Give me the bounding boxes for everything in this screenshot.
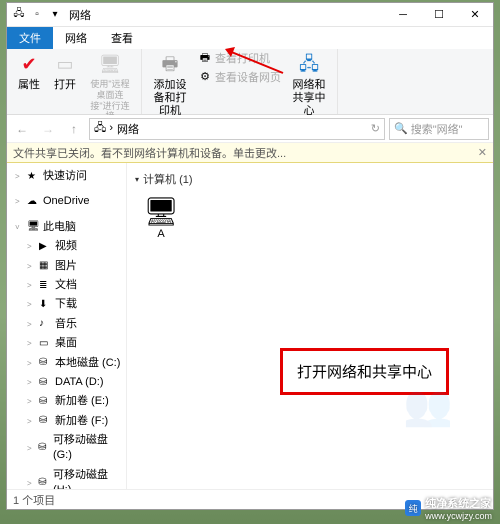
- check-icon: ✔: [17, 53, 41, 77]
- sidebar-item[interactable]: >⛁新加卷 (E:): [7, 392, 126, 411]
- sidebar: >★快速访问 >☁OneDrive ˅🖥此电脑>▶视频>▦图片>≣文档>⬇下载>♪音…: [7, 163, 127, 489]
- sidebar-item[interactable]: >♪音乐: [7, 315, 126, 334]
- up-button[interactable]: ↑: [63, 118, 85, 140]
- printer-icon: 🖶: [158, 53, 182, 77]
- chevron-icon: >: [27, 338, 35, 349]
- sidebar-item[interactable]: >⛁新加卷 (F:): [7, 412, 126, 431]
- network-center-button[interactable]: 🖧 网络和共享中心: [287, 51, 331, 121]
- sidebar-item[interactable]: >⛁本地磁盘 (C:): [7, 354, 126, 373]
- chevron-icon: >: [15, 171, 23, 182]
- sidebar-item[interactable]: >≣文档: [7, 276, 126, 295]
- sidebar-item[interactable]: >⛁可移动磁盘 (H:): [7, 466, 126, 489]
- chevron-icon: >: [27, 241, 35, 252]
- address-bar: ← → ↑ 🖧 › 网络 ↻ 🔍 搜索"网络": [7, 115, 493, 143]
- forward-button[interactable]: →: [37, 118, 59, 140]
- ribbon-tabs: 文件 网络 查看: [7, 27, 493, 49]
- view-printers-button[interactable]: 🖶 查看打印机: [196, 51, 283, 69]
- window-title: 网络: [69, 7, 91, 23]
- tab-network[interactable]: 网络: [53, 27, 99, 49]
- close-button[interactable]: ✕: [457, 3, 493, 27]
- chevron-icon: >: [27, 443, 34, 454]
- open-button[interactable]: ▭ 打开: [49, 51, 81, 94]
- watermark: 纯 纯净系统之家 www.ycwjzy.com: [405, 495, 492, 521]
- info-bar[interactable]: 文件共享已关闭。看不到网络计算机和设备。单击更改... ✕: [7, 143, 493, 163]
- breadcrumb-seg[interactable]: 网络: [117, 121, 139, 137]
- content-pane[interactable]: ▾ 计算机 (1) 🖥 A 打开网络和共享中心 👥: [127, 163, 493, 489]
- chevron-icon: >: [27, 396, 35, 407]
- infobar-close-icon[interactable]: ✕: [478, 146, 487, 159]
- chevron-down-icon: ▾: [135, 175, 139, 184]
- breadcrumb-icon: 🖧 ›: [94, 119, 113, 138]
- search-icon: 🔍: [394, 122, 408, 135]
- chevron-icon: >: [27, 299, 35, 310]
- maximize-button[interactable]: ☐: [421, 3, 457, 27]
- sidebar-item[interactable]: ˅🖥此电脑: [7, 218, 126, 237]
- group-header[interactable]: ▾ 计算机 (1): [131, 167, 489, 191]
- explorer-window: 🖧 ▫ ▾ 网络 ─ ☐ ✕ 文件 网络 查看 ✔ 属性 ▭ 打开: [6, 2, 494, 510]
- chevron-icon: >: [15, 196, 23, 207]
- chevron-icon: >: [27, 478, 34, 489]
- ribbon-group-network: 🖶 添加设备和打印机 🖶 查看打印机 ⚙ 查看设备网页 🖧 网络和共享中心: [142, 49, 338, 114]
- chevron-icon: >: [27, 358, 35, 369]
- chevron-icon: >: [27, 377, 35, 388]
- properties-button[interactable]: ✔ 属性: [13, 51, 45, 94]
- open-icon: ▭: [53, 53, 77, 77]
- network-center-icon: 🖧: [297, 53, 321, 77]
- remote-desktop-button[interactable]: 🖥 使用"远程桌面连接"进行连接: [85, 51, 135, 124]
- app-icon: 🖧: [11, 7, 27, 23]
- qat-icon[interactable]: ▫: [29, 7, 45, 23]
- minimize-button[interactable]: ─: [385, 3, 421, 27]
- back-button[interactable]: ←: [11, 118, 33, 140]
- chevron-icon: >: [27, 416, 35, 427]
- chevron-icon: ˅: [15, 222, 23, 233]
- chevron-icon: >: [27, 261, 35, 272]
- titlebar: 🖧 ▫ ▾ 网络 ─ ☐ ✕: [7, 3, 493, 27]
- sidebar-item[interactable]: >▦图片: [7, 257, 126, 276]
- computer-item[interactable]: 🖥 A: [131, 191, 191, 244]
- sidebar-item[interactable]: >⛁DATA (D:): [7, 373, 126, 392]
- add-device-button[interactable]: 🖶 添加设备和打印机: [148, 51, 192, 121]
- tab-file[interactable]: 文件: [7, 27, 53, 49]
- sidebar-item[interactable]: >⛁可移动磁盘 (G:): [7, 431, 126, 466]
- ribbon-group-location: ✔ 属性 ▭ 打开 🖥 使用"远程桌面连接"进行连接 位置: [7, 49, 142, 114]
- ribbon: ✔ 属性 ▭ 打开 🖥 使用"远程桌面连接"进行连接 位置 🖶 添加设备和打印机: [7, 49, 493, 115]
- device-small-icon: ⚙: [198, 71, 212, 85]
- tab-view[interactable]: 查看: [99, 27, 145, 49]
- sidebar-item[interactable]: >☁OneDrive: [7, 192, 126, 211]
- watermark-logo-icon: 纯: [405, 500, 421, 516]
- sidebar-item[interactable]: >★快速访问: [7, 167, 126, 186]
- sidebar-item[interactable]: >▶视频: [7, 237, 126, 256]
- refresh-icon[interactable]: ↻: [371, 122, 380, 135]
- printer-small-icon: 🖶: [198, 52, 212, 66]
- qat-dropdown[interactable]: ▾: [47, 7, 63, 23]
- sidebar-item[interactable]: >⬇下载: [7, 295, 126, 314]
- remote-icon: 🖥: [98, 53, 122, 77]
- breadcrumb[interactable]: 🖧 › 网络 ↻: [89, 118, 385, 140]
- sidebar-item[interactable]: >▭桌面: [7, 334, 126, 353]
- view-devices-button[interactable]: ⚙ 查看设备网页: [196, 70, 283, 88]
- search-input[interactable]: 🔍 搜索"网络": [389, 118, 489, 140]
- computer-icon: 🖥: [143, 195, 179, 228]
- ghost-people-icon: 👥: [403, 382, 453, 429]
- chevron-icon: >: [27, 319, 35, 330]
- chevron-icon: >: [27, 280, 35, 291]
